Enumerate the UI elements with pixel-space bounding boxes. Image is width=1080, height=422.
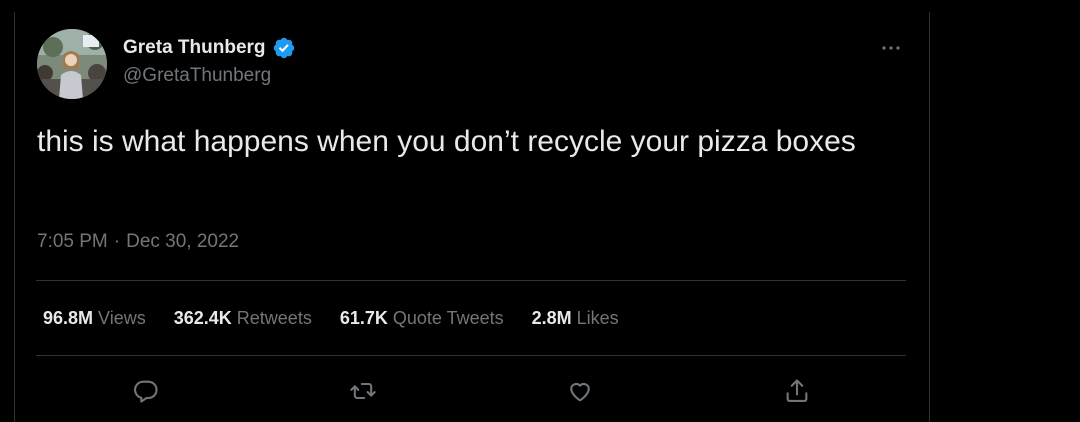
tweet-date[interactable]: Dec 30, 2022: [126, 228, 239, 256]
tweet: Greta Thunberg @GretaThunberg this is wh…: [36, 0, 906, 422]
display-name[interactable]: Greta Thunberg: [123, 36, 266, 60]
timestamp-separator: ·: [113, 231, 121, 252]
reply-button[interactable]: [129, 374, 163, 408]
display-name-row: Greta Thunberg: [123, 36, 296, 60]
likes-count: 2.8M: [531, 308, 572, 328]
verified-badge-icon[interactable]: [272, 36, 296, 60]
stat-retweets[interactable]: 362.4K Retweets: [174, 304, 312, 332]
stat-views[interactable]: 96.8M Views: [43, 304, 146, 332]
stat-quote-tweets[interactable]: 61.7K Quote Tweets: [340, 304, 504, 332]
avatar[interactable]: [37, 29, 107, 99]
like-button[interactable]: [563, 374, 597, 408]
like-icon: [570, 382, 590, 402]
page: Greta Thunberg @GretaThunberg this is wh…: [0, 0, 1080, 422]
likes-label: Likes: [576, 308, 619, 328]
divider: [36, 280, 906, 281]
handle[interactable]: @GretaThunberg: [123, 64, 296, 88]
timestamp-row: 7:05 PM · Dec 30, 2022: [37, 228, 239, 256]
retweet-icon: [350, 382, 376, 400]
column-border-right: [929, 12, 930, 422]
divider: [36, 355, 906, 356]
reply-icon: [134, 380, 158, 403]
more-horizontal-icon: [882, 46, 900, 50]
tweet-time[interactable]: 7:05 PM: [37, 228, 108, 256]
column-border-left: [14, 12, 15, 422]
author-block: Greta Thunberg @GretaThunberg: [123, 36, 296, 88]
tweet-actions: [36, 374, 906, 408]
views-count: 96.8M: [43, 308, 94, 328]
stats-row: 96.8M Views 362.4K Retweets 61.7K Quote …: [43, 304, 619, 332]
retweets-label: Retweets: [236, 308, 312, 328]
retweet-button[interactable]: [346, 374, 380, 408]
share-button[interactable]: [780, 374, 814, 408]
stat-likes[interactable]: 2.8M Likes: [532, 304, 619, 332]
more-options-button[interactable]: [878, 36, 904, 60]
quote-tweets-count: 61.7K: [339, 308, 388, 328]
views-label: Views: [98, 308, 146, 328]
share-icon: [786, 379, 808, 402]
tweet-text: this is what happens when you don’t recy…: [37, 125, 856, 158]
quote-tweets-label: Quote Tweets: [392, 308, 504, 328]
retweets-count: 362.4K: [173, 308, 232, 328]
